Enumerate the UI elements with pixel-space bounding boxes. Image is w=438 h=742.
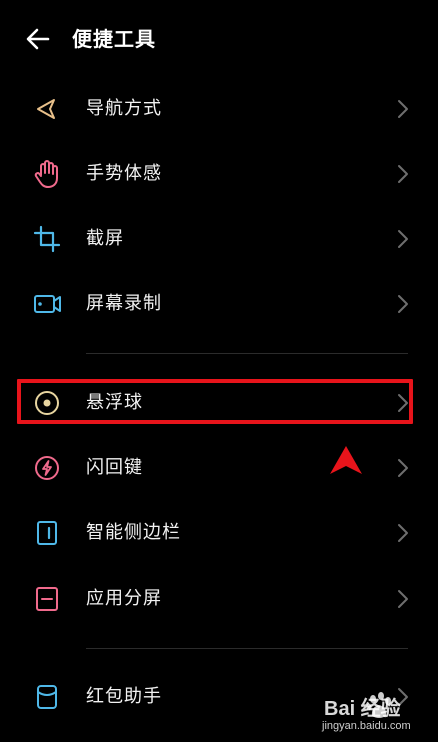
chevron-right-icon [396, 228, 410, 250]
chevron-right-icon [396, 457, 410, 479]
section-divider [86, 648, 408, 649]
watermark-url: jingyan.baidu.com [322, 720, 411, 732]
list-item-label: 智能侧边栏 [86, 522, 181, 543]
list-item-label: 导航方式 [86, 98, 162, 119]
list-item-label: 应用分屏 [86, 588, 162, 609]
back-arrow-icon [26, 28, 50, 50]
chevron-right-icon [396, 588, 410, 610]
navigation-icon [30, 92, 64, 126]
chevron-right-icon [396, 98, 410, 120]
header: 便捷工具 [0, 0, 438, 78]
list-item-screenshot[interactable]: 截屏 [0, 206, 438, 270]
list-item-label: 红包助手 [86, 686, 162, 707]
smart-sidebar-icon [30, 516, 64, 550]
hand-gesture-icon [30, 157, 64, 191]
list-item-split-screen[interactable]: 应用分屏 [0, 566, 438, 630]
chevron-right-icon [396, 163, 410, 185]
watermark: Bai 经验 jingyan.baidu.com [306, 690, 434, 740]
chevron-right-icon [396, 522, 410, 544]
section-divider [86, 353, 408, 354]
split-screen-icon [30, 582, 64, 616]
list-item-label: 手势体感 [86, 163, 162, 184]
highlight-box [17, 379, 413, 424]
crop-screenshot-icon [30, 222, 64, 256]
chevron-right-icon [396, 293, 410, 315]
list-item-flashback-key[interactable]: 闪回键 [0, 435, 438, 499]
list-item-label: 屏幕录制 [86, 293, 162, 314]
list-item-screen-recording[interactable]: 屏幕录制 [0, 271, 438, 335]
flashback-key-icon [30, 451, 64, 485]
pointer-arrow-icon [328, 444, 364, 476]
list-item-label: 闪回键 [86, 457, 143, 478]
list-item-gesture-motion[interactable]: 手势体感 [0, 141, 438, 205]
list-item-label: 截屏 [86, 228, 124, 249]
list-item-navigation-mode[interactable]: 导航方式 [0, 76, 438, 140]
page-title: 便捷工具 [72, 27, 156, 51]
red-packet-assistant-icon [30, 680, 64, 714]
watermark-brand: Bai 经验 [324, 698, 401, 720]
screen-record-icon [30, 287, 64, 321]
list-item-smart-sidebar[interactable]: 智能侧边栏 [0, 500, 438, 564]
back-button[interactable] [22, 24, 54, 54]
